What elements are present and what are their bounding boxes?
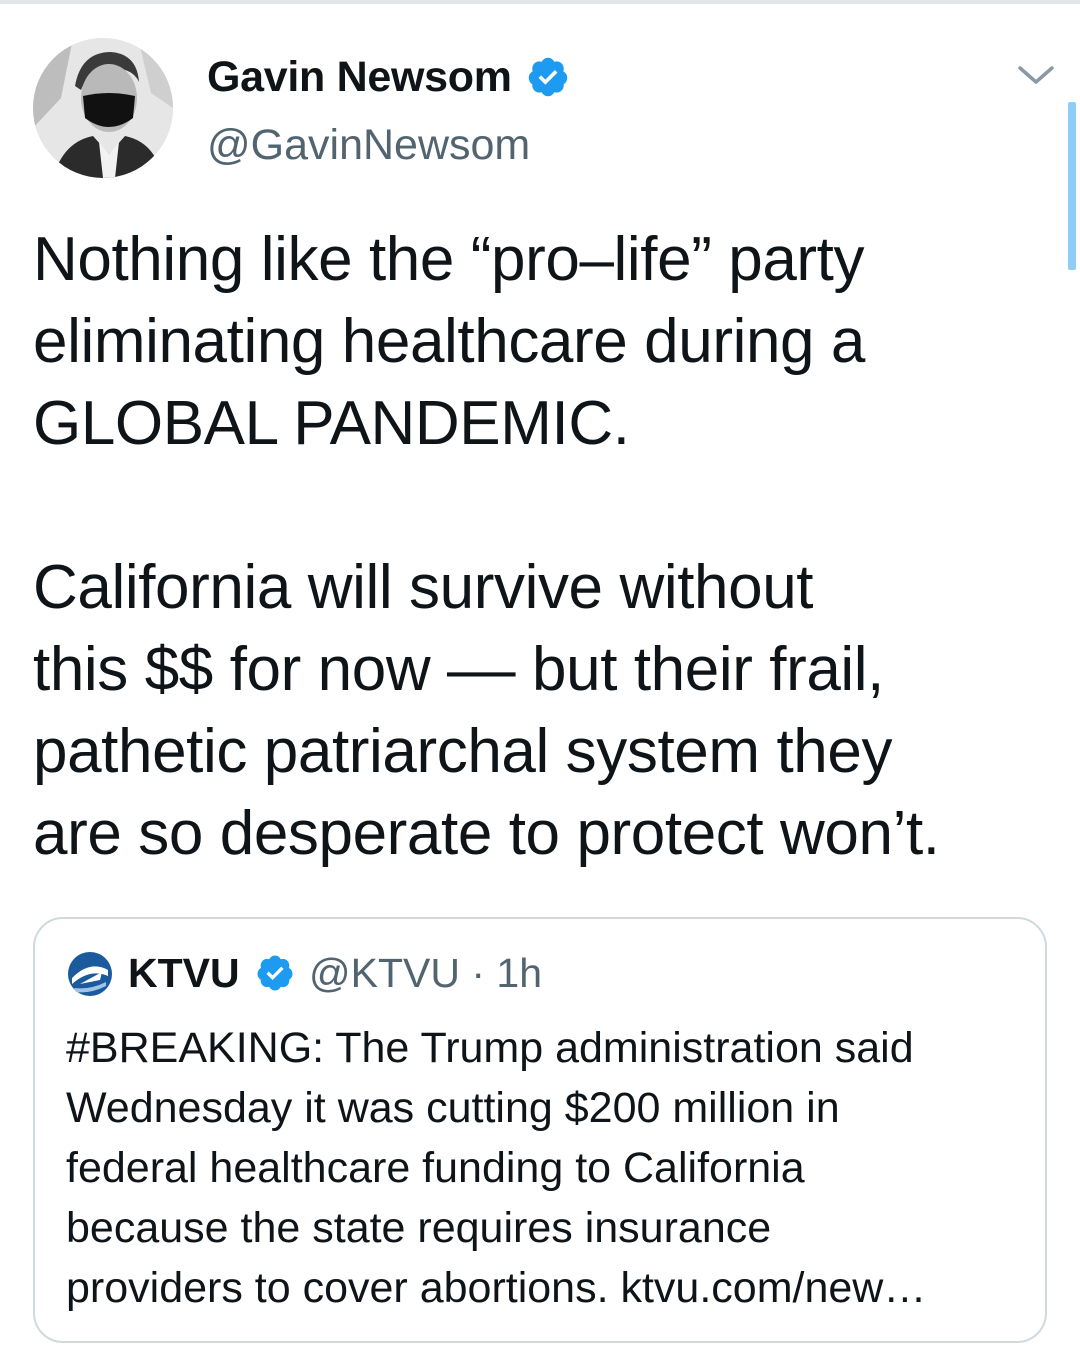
tweet-body: Nothing like the “pro–life” party elimin…: [33, 219, 1053, 875]
ktvu-2-logo-icon: [68, 952, 112, 996]
quoted-handle-timestamp[interactable]: @KTVU · 1h: [309, 948, 542, 998]
verified-badge-icon: [528, 57, 568, 97]
author-display-name[interactable]: Gavin Newsom: [207, 52, 512, 102]
tweet-paragraph-2: California will survive without this $$ …: [33, 553, 940, 868]
avatar-photo: [33, 38, 173, 178]
scrollbar-thumb[interactable]: [1068, 102, 1076, 270]
tweet-paragraph-1: Nothing like the “pro–life” party elimin…: [33, 225, 866, 458]
quoted-tweet-text: #BREAKING: The Trump administration said…: [66, 1024, 927, 1312]
author-avatar[interactable]: [33, 38, 173, 178]
author-handle[interactable]: @GavinNewsom: [207, 120, 530, 170]
quoted-author-name[interactable]: KTVU: [128, 948, 240, 998]
top-divider: [0, 0, 1080, 4]
chevron-down-icon[interactable]: [1016, 60, 1056, 90]
quoted-verified-badge-icon: [257, 955, 293, 991]
